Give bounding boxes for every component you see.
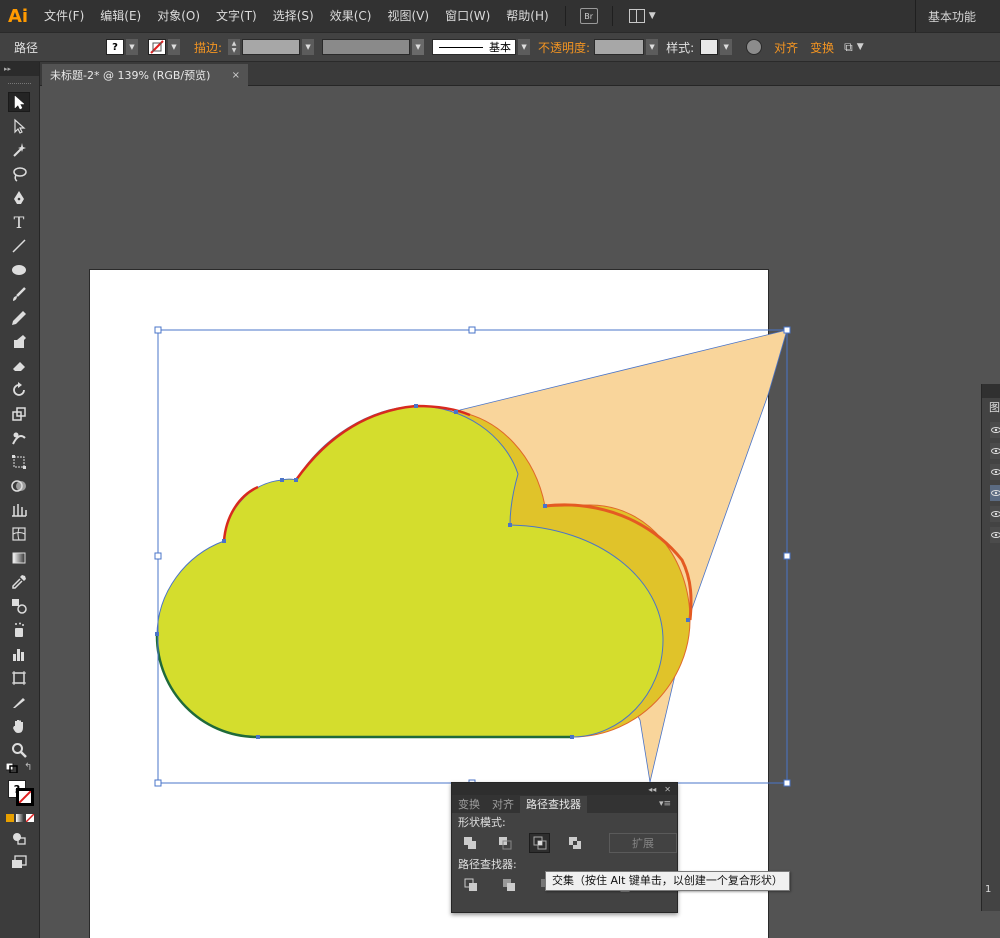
anchor-point[interactable] <box>543 504 547 508</box>
visibility-eye-icon[interactable] <box>990 485 1000 501</box>
panel-tabs: 变换 对齐 路径查找器 ▾≡ <box>452 795 677 813</box>
shape-modes-label: 形状模式: <box>458 816 506 829</box>
intersect-icon <box>533 836 547 850</box>
minus-front-icon <box>499 837 512 850</box>
layers-panel-dock: 图 <box>981 384 1000 911</box>
anchor-point[interactable] <box>294 478 298 482</box>
selection-handle[interactable] <box>783 326 791 334</box>
anchor-point[interactable] <box>222 539 226 543</box>
intersect-button[interactable] <box>529 833 551 853</box>
shape-modes-row: 扩展 <box>452 831 678 855</box>
selection-handle[interactable] <box>154 779 162 787</box>
visibility-eye-icon[interactable] <box>990 464 1000 480</box>
anchor-point[interactable] <box>570 735 574 739</box>
pathfinder-panel: ◂◂ ✕ 变换 对齐 路径查找器 ▾≡ 形状模式: 扩展 路径查找器: <box>451 782 678 913</box>
anchor-point[interactable] <box>280 478 284 482</box>
divide-button[interactable] <box>460 875 482 895</box>
anchor-point[interactable] <box>454 410 458 414</box>
unite-icon <box>464 837 477 849</box>
tab-pathfinder[interactable]: 路径查找器 <box>520 796 587 813</box>
divide-icon <box>464 878 477 891</box>
anchor-point[interactable] <box>686 618 690 622</box>
anchor-point[interactable] <box>414 404 418 408</box>
minus-front-button[interactable] <box>495 833 516 853</box>
layers-panel-header[interactable] <box>982 384 1000 398</box>
selection-handle[interactable] <box>154 552 162 560</box>
unite-button[interactable] <box>460 833 481 853</box>
layers-count: 1 <box>985 884 992 895</box>
expand-button[interactable]: 扩展 <box>609 833 678 853</box>
visibility-eye-icon[interactable] <box>990 422 1000 438</box>
layers-panel-title: 图 <box>989 401 1000 414</box>
exclude-button[interactable] <box>564 833 585 853</box>
selection-handle[interactable] <box>783 552 791 560</box>
trim-button[interactable] <box>498 875 520 895</box>
tab-transform[interactable]: 变换 <box>452 796 486 813</box>
trim-icon <box>503 879 515 891</box>
tab-align[interactable]: 对齐 <box>486 796 520 813</box>
panel-menu-icon[interactable]: ▾≡ <box>659 796 677 813</box>
visibility-eye-icon[interactable] <box>990 443 1000 459</box>
panel-titlebar[interactable]: ◂◂ ✕ <box>452 783 677 795</box>
exclude-icon <box>568 837 581 849</box>
visibility-eye-icon[interactable] <box>990 527 1000 543</box>
selection-handle[interactable] <box>783 779 791 787</box>
selection-handle[interactable] <box>154 326 162 334</box>
anchor-point[interactable] <box>256 735 260 739</box>
collapse-panel-icon[interactable]: ◂◂ <box>648 785 656 794</box>
close-icon[interactable]: ✕ <box>664 785 671 794</box>
visibility-eye-icon[interactable] <box>990 506 1000 522</box>
anchor-point[interactable] <box>508 523 512 527</box>
selection-handle[interactable] <box>468 326 476 334</box>
anchor-point[interactable] <box>155 632 159 636</box>
intersect-tooltip: 交集（按住 Alt 键单击，以创建一个复合形状） <box>545 871 790 891</box>
